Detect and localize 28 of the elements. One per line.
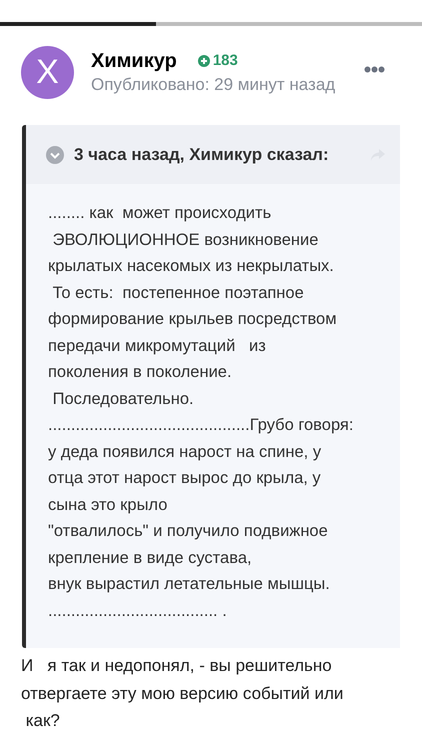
reputation-count: 183 — [212, 50, 238, 71]
quote-text-line: Последовательно. — [52, 388, 195, 410]
quote-text-line: поколения в поколение. — [48, 362, 233, 383]
quote-text-line: ........ как может происходить — [48, 203, 272, 224]
plus-circle-icon — [198, 55, 210, 67]
more-icon — [364, 66, 385, 73]
quote-text-line: передачи микромутаций из — [48, 336, 267, 356]
quote-text-line: сына это крыло — [48, 494, 168, 516]
quote-text-line: у деда появился нарост на спине, у — [48, 442, 322, 462]
more-options-button[interactable] — [364, 66, 385, 73]
avatar[interactable]: X — [21, 46, 74, 99]
reply-text-line: отвергаете эту мою версию событий или — [21, 682, 344, 704]
quote-text-line: отца этот нарост вырос до крыла, у — [48, 468, 322, 489]
quote-text-line: ............................................Грубо говоря: — [48, 415, 354, 436]
published-time: Опубликовано: 29 минут назад — [91, 74, 336, 96]
author-name[interactable]: Химикур — [91, 49, 177, 73]
quote-text-line: формирование крыльев посредством — [48, 309, 338, 330]
quote-text-line: "отвалилось" и получило подвижное — [48, 521, 329, 542]
quote-text-line: ЭВОЛЮЦИОННОЕ возникновение — [52, 230, 320, 250]
reply-text-line: И я так и недопонял, - вы решительно — [21, 655, 333, 677]
quote-text-line: крылатых насекомых из некрылатых. — [48, 256, 335, 277]
chevron-down-icon — [46, 146, 64, 164]
quote-attribution: 3 часа назад, Химикур сказал: — [74, 144, 329, 166]
quote-text-line: ..................................... . — [48, 600, 228, 622]
quote-text-line: внук вырастил летательные мышцы. — [48, 574, 331, 595]
quote-text-line: То есть: постепенное поэтапное — [52, 282, 305, 304]
quote-text-line: крепление в виде сустава, — [48, 548, 253, 568]
reply-text-line: как? — [24, 710, 61, 732]
